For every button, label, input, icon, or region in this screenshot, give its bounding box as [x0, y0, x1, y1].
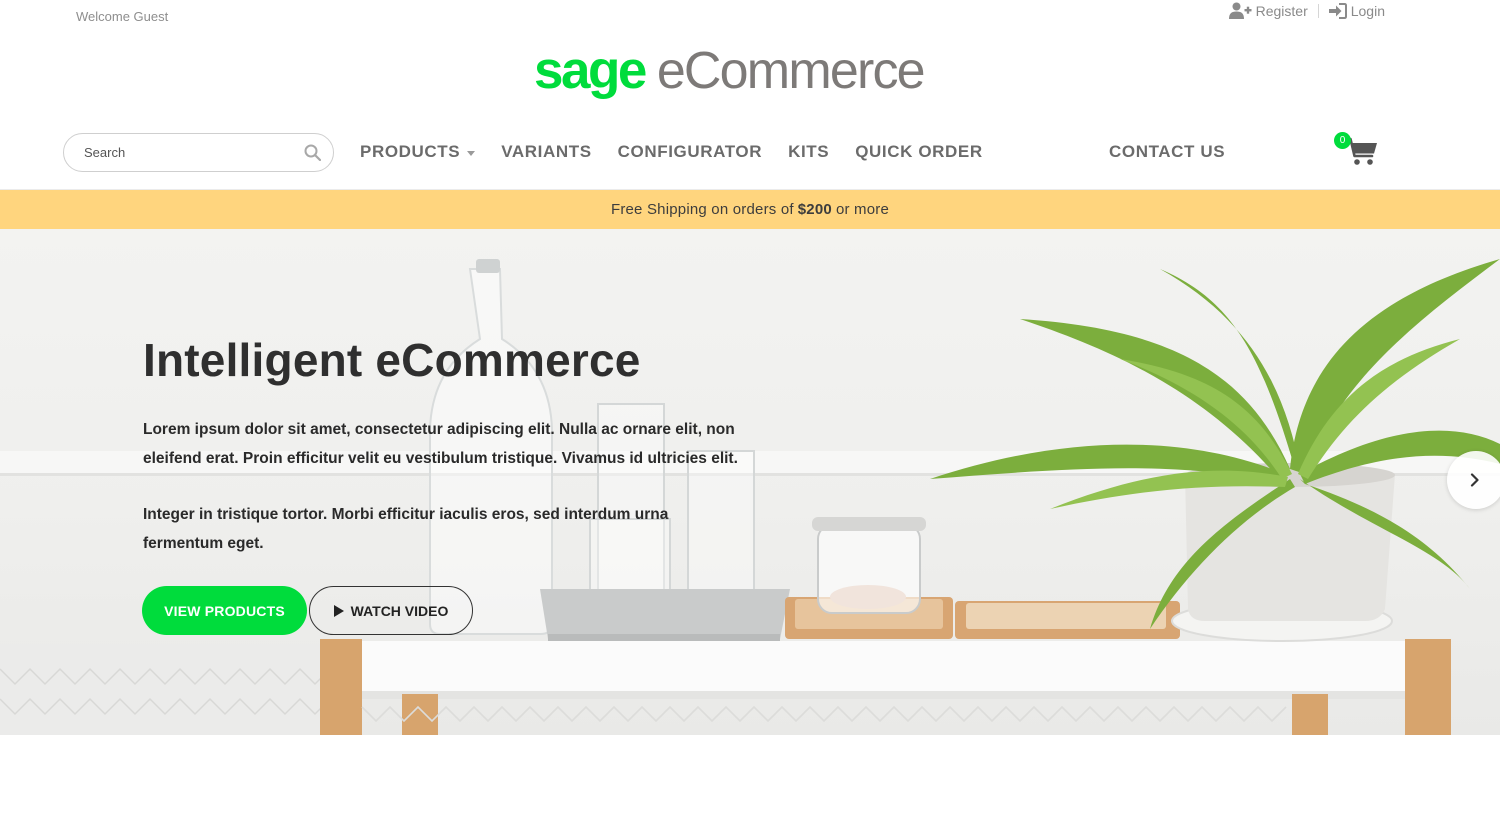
play-icon [333, 604, 344, 617]
promo-amount: $200 [797, 201, 832, 218]
hero-carousel: Intelligent eCommerce Lorem ipsum dolor … [0, 229, 1500, 735]
nav-item-quick-order[interactable]: QUICK ORDER [855, 142, 983, 162]
hero-paragraph-1: Lorem ipsum dolor sit amet, consectetur … [143, 421, 738, 467]
caret-down-icon [467, 150, 476, 156]
nav-item-contact-us[interactable]: CONTACT US [1109, 142, 1225, 162]
watch-video-label: WATCH VIDEO [350, 602, 449, 619]
nav-item-products[interactable]: PRODUCTS [360, 142, 476, 162]
login-link[interactable]: Login [1328, 2, 1385, 19]
account-links: Register Login [1228, 2, 1385, 19]
hero-background-image [0, 259, 1500, 735]
register-label: Register [1255, 2, 1308, 19]
nav-item-variants[interactable]: VARIANTS [501, 142, 591, 162]
cart-count-badge: 0 [1334, 132, 1351, 149]
promo-prefix: Free Shipping on orders of [610, 201, 794, 218]
search-icon[interactable] [304, 144, 321, 161]
hero-title: Intelligent eCommerce [143, 334, 641, 386]
promo-suffix: or more [835, 201, 890, 218]
logo-brand: sage [534, 41, 647, 100]
register-link[interactable]: Register [1228, 2, 1308, 19]
view-products-button[interactable]: VIEW PRODUCTS [142, 586, 307, 635]
nav-item-configurator[interactable]: CONFIGURATOR [618, 142, 762, 162]
search-input[interactable] [84, 145, 304, 160]
promo-banner: Free Shipping on orders of $200 or more [0, 190, 1500, 229]
login-label: Login [1350, 2, 1385, 19]
user-plus-icon [1228, 2, 1252, 19]
watch-video-button[interactable]: WATCH VIDEO [309, 586, 473, 635]
account-divider [1317, 3, 1319, 18]
search-box [63, 133, 334, 172]
site-logo[interactable]: sage eCommerce [534, 40, 926, 101]
cart-button[interactable]: 0 [1334, 132, 1378, 171]
carousel-next-button[interactable] [1447, 451, 1500, 509]
logo-product: eCommerce [656, 42, 926, 100]
sign-in-icon [1328, 2, 1347, 19]
nav-item-kits[interactable]: KITS [788, 142, 829, 162]
chevron-right-icon [1470, 473, 1479, 487]
main-nav: PRODUCTS VARIANTS CONFIGURATOR KITS QUIC… [360, 142, 1009, 162]
welcome-text: Welcome Guest [76, 9, 169, 24]
hero-paragraph-2: Integer in tristique tortor. Morbi effic… [143, 506, 669, 552]
nav-products-label: PRODUCTS [360, 142, 461, 161]
